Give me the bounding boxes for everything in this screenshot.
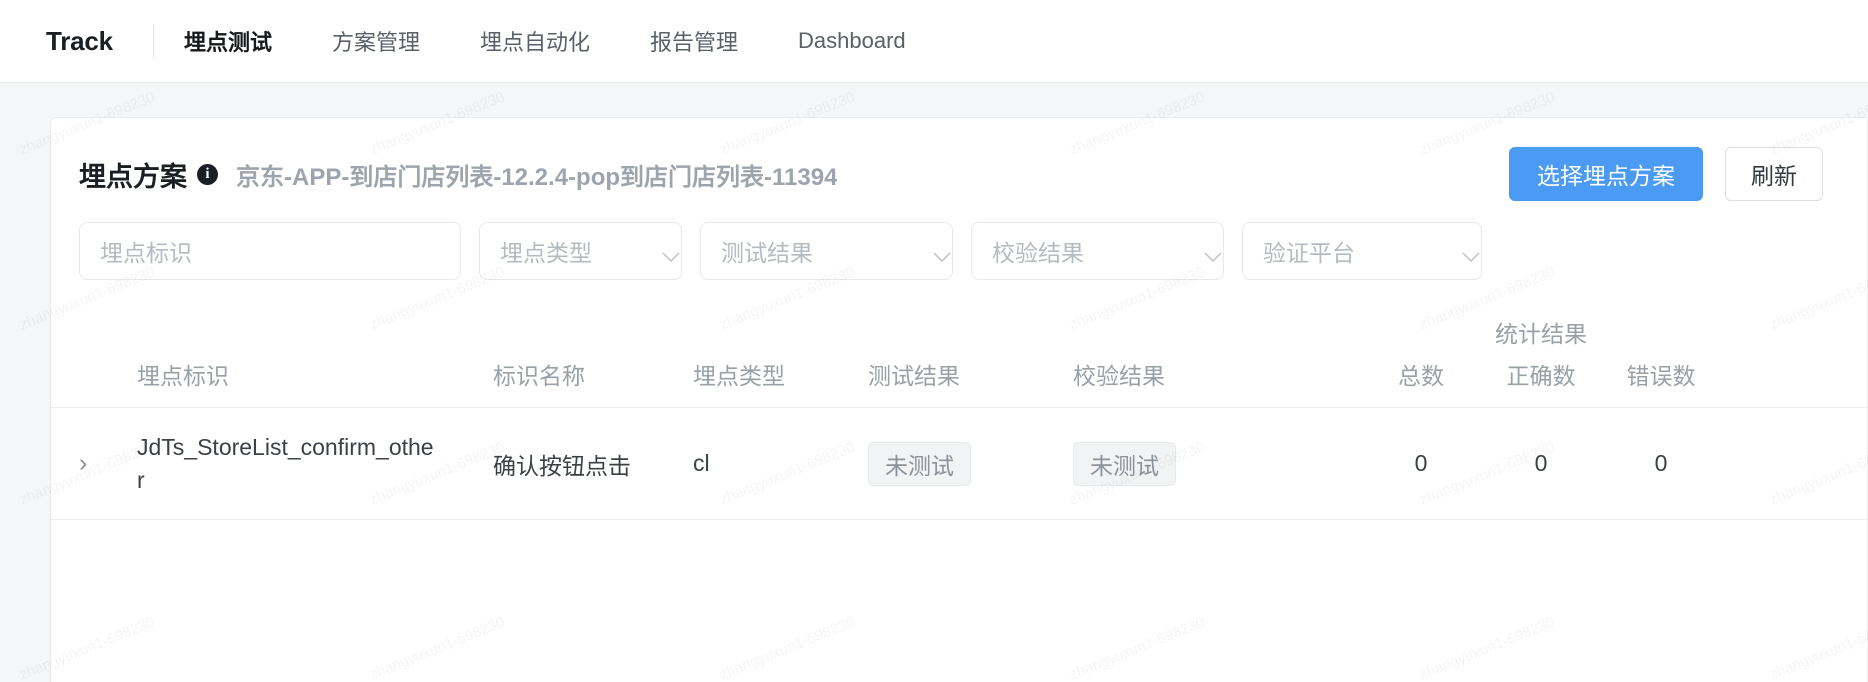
table-header-stat-group-title: 统计结果 (1495, 321, 1587, 347)
nav-item-burying-point-test[interactable]: 埋点测试 (154, 0, 302, 82)
nav-item-report-management[interactable]: 报告管理 (620, 0, 768, 82)
status-badge-test-result: 未测试 (868, 441, 971, 486)
table-header-key: 埋点标识 (137, 363, 229, 389)
table-row[interactable]: › JdTs_StoreList_confirm_other 确认按钮点击 cl… (51, 408, 1867, 520)
nav-item-list: 埋点测试 方案管理 埋点自动化 报告管理 Dashboard (154, 0, 936, 82)
status-badge-check-result: 未测试 (1073, 441, 1176, 486)
row-cell-name: 确认按钮点击 (493, 452, 631, 479)
card-header: 埋点方案 i 京东-APP-到店门店列表-12.2.4-pop到店门店列表-11… (51, 118, 1867, 204)
row-cell-key: JdTs_StoreList_confirm_other (137, 431, 493, 496)
verification-platform-select-label: 验证平台 (1263, 240, 1355, 266)
refresh-button[interactable]: 刷新 (1725, 147, 1823, 201)
table-body: › JdTs_StoreList_confirm_other 确认按钮点击 cl… (51, 408, 1867, 520)
app-brand-title: Track (46, 25, 113, 56)
table-header-error: 错误数 (1626, 363, 1696, 389)
row-cell-type: cl (693, 450, 710, 476)
check-result-select-label: 校验结果 (992, 240, 1084, 266)
table-header-total: 总数 (1398, 363, 1444, 389)
burying-point-key-input-placeholder: 埋点标识 (100, 240, 192, 266)
row-expand-toggle[interactable]: › (79, 451, 137, 476)
table-header-stat-group: 统计结果 总数 正确数 错误数 (1361, 315, 1721, 407)
nav-item-burying-point-automation[interactable]: 埋点自动化 (450, 0, 620, 82)
burying-point-scheme-card: 埋点方案 i 京东-APP-到店门店列表-12.2.4-pop到店门店列表-11… (50, 117, 1868, 682)
table-header-row: 埋点标识 标识名称 埋点类型 测试结果 校验结果 统计结果 总数 正确数 错误数 (51, 321, 1867, 408)
table-header-type: 埋点类型 (693, 363, 785, 389)
verification-platform-select[interactable]: 验证平台 (1242, 222, 1482, 280)
table-header-correct: 正确数 (1506, 363, 1576, 389)
row-cell-error: 0 (1654, 450, 1668, 476)
top-navigation-bar: Track 埋点测试 方案管理 埋点自动化 报告管理 Dashboard (0, 0, 1868, 83)
burying-point-table: 埋点标识 标识名称 埋点类型 测试结果 校验结果 统计结果 总数 正确数 错误数 (51, 321, 1867, 520)
table-header-check-result: 校验结果 (1073, 363, 1165, 389)
row-cell-total: 0 (1414, 450, 1428, 476)
row-cell-check-result: 未测试 (1073, 441, 1361, 486)
select-scheme-button[interactable]: 选择埋点方案 (1509, 147, 1703, 201)
app-root: Track 埋点测试 方案管理 埋点自动化 报告管理 Dashboard 埋点方… (0, 0, 1868, 682)
test-result-select[interactable]: 测试结果 (700, 222, 953, 280)
row-key-text: JdTs_StoreList_confirm_other (137, 433, 434, 493)
nav-item-scheme-management[interactable]: 方案管理 (302, 0, 450, 82)
table-header-name: 标识名称 (493, 363, 585, 389)
row-cell-correct: 0 (1534, 450, 1548, 476)
chevron-right-icon[interactable]: › (79, 451, 87, 476)
scheme-name-label: 京东-APP-到店门店列表-12.2.4-pop到店门店列表-11394 (236, 163, 838, 191)
info-icon[interactable]: i (197, 163, 218, 185)
page-title: 埋点方案 (79, 161, 187, 192)
nav-item-dashboard[interactable]: Dashboard (768, 0, 936, 82)
table-header-test-result: 测试结果 (868, 363, 960, 389)
burying-point-type-select-label: 埋点类型 (500, 240, 592, 266)
page-body: 埋点方案 i 京东-APP-到店门店列表-12.2.4-pop到店门店列表-11… (0, 83, 1868, 682)
table-header-expand (79, 391, 137, 407)
table-header-stat-subs: 总数 正确数 错误数 (1361, 357, 1721, 391)
test-result-select-label: 测试结果 (721, 240, 813, 266)
filter-bar: 埋点标识 埋点类型 测试结果 校验结果 验证平台 (51, 204, 1867, 280)
burying-point-type-select[interactable]: 埋点类型 (479, 222, 682, 280)
burying-point-key-input[interactable]: 埋点标识 (79, 222, 461, 280)
row-cell-test-result: 未测试 (868, 441, 1073, 486)
check-result-select[interactable]: 校验结果 (971, 222, 1224, 280)
